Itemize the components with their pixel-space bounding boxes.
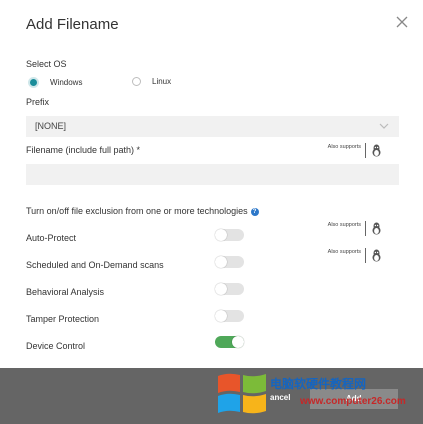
toggle-knob — [215, 256, 227, 268]
windows-logo-icon — [218, 373, 266, 414]
watermark-line2: www.computer26.com — [300, 396, 406, 407]
toggle-tamper-protection[interactable] — [215, 310, 244, 322]
linux-tux-icon — [372, 144, 381, 157]
prefix-label: Prefix — [26, 97, 50, 107]
filename-input[interactable] — [26, 164, 399, 185]
toggle-device-control[interactable] — [215, 336, 244, 348]
os-option-label: Linux — [152, 77, 172, 86]
divider — [365, 248, 366, 263]
divider — [365, 221, 366, 236]
toggle-knob — [215, 229, 227, 241]
os-option-windows[interactable]: Windows — [28, 77, 82, 88]
technologies-heading: Turn on/off file exclusion from one or m… — [26, 206, 259, 216]
radio-windows[interactable] — [28, 77, 39, 88]
toggle-scheduled-scans[interactable] — [215, 256, 244, 268]
divider — [365, 143, 366, 158]
linux-tux-icon — [372, 222, 381, 235]
tech-label-tamper-protection: Tamper Protection — [26, 314, 100, 324]
dialog-title: Add Filename — [26, 16, 119, 33]
watermark-line1: 电脑软硬件教程网 — [270, 377, 367, 391]
close-icon[interactable] — [394, 14, 410, 30]
cancel-button[interactable]: ancel — [270, 393, 290, 402]
also-supports-label: Also supports — [327, 222, 361, 228]
also-supports-label: Also supports — [327, 249, 361, 255]
toggle-behavioral-analysis[interactable] — [215, 283, 244, 295]
select-os-label: Select OS — [26, 59, 67, 69]
os-option-label: Windows — [50, 78, 83, 87]
toggle-auto-protect[interactable] — [215, 229, 244, 241]
os-option-linux[interactable]: Linux — [132, 77, 171, 86]
toggle-knob — [215, 310, 227, 322]
prefix-select[interactable]: [NONE] — [26, 116, 399, 137]
info-icon[interactable]: ? — [250, 207, 259, 216]
technologies-heading-text: Turn on/off file exclusion from one or m… — [26, 206, 248, 216]
tech-label-scheduled-scans: Scheduled and On-Demand scans — [26, 260, 164, 270]
also-supports-label: Also supports — [327, 144, 361, 150]
prefix-select-value: [NONE] — [35, 121, 67, 131]
filename-label: Filename (include full path) * — [26, 145, 141, 155]
toggle-knob — [215, 283, 227, 295]
tech-label-auto-protect: Auto-Protect — [26, 233, 77, 243]
tech-label-device-control: Device Control — [26, 341, 86, 351]
toggle-knob — [232, 336, 244, 348]
linux-tux-icon — [372, 249, 381, 262]
tech-label-behavioral-analysis: Behavioral Analysis — [26, 287, 105, 297]
radio-linux[interactable] — [132, 77, 141, 86]
chevron-down-icon — [379, 123, 389, 129]
